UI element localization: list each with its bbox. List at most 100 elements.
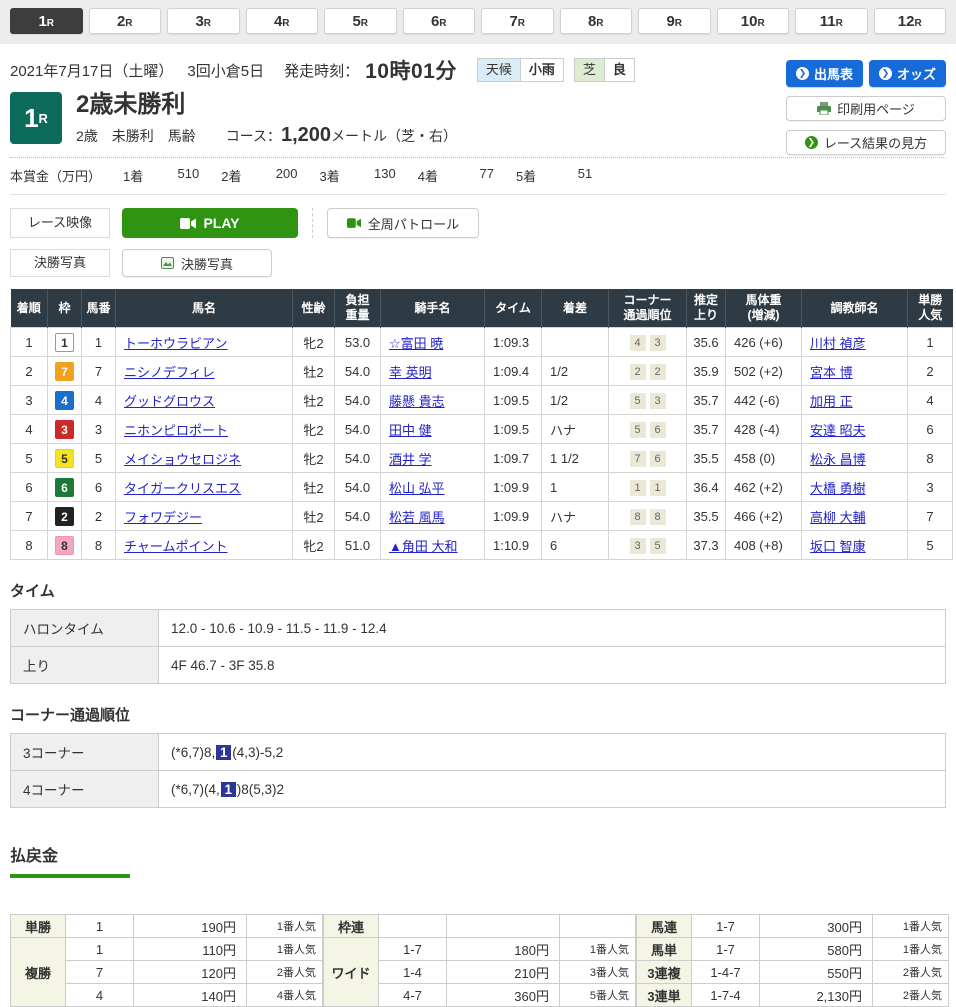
results-column-header: タイム bbox=[485, 289, 542, 328]
frame-number-badge: 3 bbox=[55, 420, 74, 439]
corner-position-box: 6 bbox=[650, 451, 666, 467]
frame-number-badge: 6 bbox=[55, 478, 74, 497]
payout-selection: 4 bbox=[66, 984, 134, 1007]
start-time-value: 10時01分 bbox=[365, 55, 457, 85]
cell-body-weight: 442 (-6) bbox=[726, 386, 802, 415]
jockey-link[interactable]: ☆富田 暁 bbox=[389, 336, 443, 351]
corner-row: 3コーナー(*6,7)8,1(4,3)-5,2 bbox=[11, 734, 946, 771]
cell-horse-number: 4 bbox=[82, 386, 116, 415]
trainer-link[interactable]: 大橋 勇樹 bbox=[810, 481, 866, 496]
horse-name-link[interactable]: フォワデジー bbox=[124, 510, 202, 525]
cell-sex-age: 牝2 bbox=[293, 415, 335, 444]
cell-trainer: 宮本 博 bbox=[802, 357, 908, 386]
jockey-link[interactable]: 松若 風馬 bbox=[389, 510, 445, 525]
race-tab-12r[interactable]: 12R bbox=[874, 8, 947, 34]
meeting-label: 3回小倉5日 bbox=[187, 60, 264, 81]
corner-position-box: 7 bbox=[630, 451, 646, 467]
cell-corner-positions: 22 bbox=[609, 357, 687, 386]
race-tab-8r[interactable]: 8R bbox=[560, 8, 633, 34]
race-tab-3r[interactable]: 3R bbox=[167, 8, 240, 34]
how-to-read-button[interactable]: ❯ レース結果の見方 bbox=[786, 130, 946, 155]
cell-win-favorite: 1 bbox=[908, 328, 953, 357]
cell-carried-weight: 54.0 bbox=[335, 444, 381, 473]
corner-position-box: 4 bbox=[630, 335, 646, 351]
jockey-link[interactable]: 酒井 学 bbox=[389, 452, 432, 467]
cell-margin: 6 bbox=[542, 531, 609, 560]
action-panel: ❯ 出馬表 ❯ オッズ 印刷用ページ ❯ レース結果の見方 bbox=[786, 60, 946, 155]
horse-name-link[interactable]: トーホウラビアン bbox=[124, 336, 227, 351]
result-row: 433ニホンピロポート牝254.0田中 健1:09.5ハナ5635.7428 (… bbox=[11, 415, 953, 444]
payout-bet-type: 単勝 bbox=[11, 915, 66, 938]
race-tab-5r[interactable]: 5R bbox=[324, 8, 397, 34]
cell-sex-age: 牝2 bbox=[293, 328, 335, 357]
cell-finish-position: 6 bbox=[11, 473, 48, 502]
entry-table-button[interactable]: ❯ 出馬表 bbox=[786, 60, 863, 87]
arrow-circle-icon: ❯ bbox=[796, 67, 809, 80]
patrol-video-button[interactable]: 全周パトロール bbox=[327, 208, 479, 238]
race-tab-6r[interactable]: 6R bbox=[403, 8, 476, 34]
odds-button[interactable]: ❯ オッズ bbox=[869, 60, 946, 87]
horse-name-link[interactable]: チャームポイント bbox=[124, 539, 227, 554]
cell-carried-weight: 54.0 bbox=[335, 386, 381, 415]
payout-amount: 2,130円 bbox=[760, 984, 873, 1007]
cell-margin: 1/2 bbox=[542, 386, 609, 415]
horse-name-link[interactable]: タイガークリスエス bbox=[124, 481, 241, 496]
cell-horse-number: 8 bbox=[82, 531, 116, 560]
play-label: PLAY bbox=[203, 215, 239, 231]
payout-row: 馬単1-7580円1番人気 bbox=[637, 938, 949, 961]
payout-amount: 300円 bbox=[760, 915, 873, 938]
race-date: 2021年7月17日（土曜） bbox=[10, 60, 173, 81]
trainer-link[interactable]: 松永 昌博 bbox=[810, 452, 866, 467]
cell-horse-number: 2 bbox=[82, 502, 116, 531]
race-tab-4r[interactable]: 4R bbox=[246, 8, 319, 34]
payout-row: 馬連1-7300円1番人気 bbox=[637, 915, 949, 938]
corner-position-box: 3 bbox=[630, 538, 646, 554]
prize-place: 2着 bbox=[221, 166, 241, 185]
horse-name-link[interactable]: メイショウセロジネ bbox=[124, 452, 241, 467]
frame-number-badge: 7 bbox=[55, 362, 74, 381]
race-tab-7r[interactable]: 7R bbox=[481, 8, 554, 34]
cell-sex-age: 牡2 bbox=[293, 386, 335, 415]
trainer-link[interactable]: 川村 禎彦 bbox=[810, 336, 866, 351]
jockey-link[interactable]: 幸 英明 bbox=[389, 365, 432, 380]
race-tab-2r[interactable]: 2R bbox=[89, 8, 162, 34]
cell-corner-positions: 43 bbox=[609, 328, 687, 357]
cell-time: 1:09.7 bbox=[485, 444, 542, 473]
results-column-header: 騎手名 bbox=[381, 289, 485, 328]
horse-name-link[interactable]: グッドグロウス bbox=[124, 394, 215, 409]
trainer-link[interactable]: 坂口 智康 bbox=[810, 539, 866, 554]
trainer-link[interactable]: 安達 昭夫 bbox=[810, 423, 866, 438]
race-number-suffix: R bbox=[39, 111, 48, 126]
course-suffix: メートル（芝・右） bbox=[331, 128, 457, 144]
tab-number: 11 bbox=[820, 13, 836, 30]
race-tab-1r[interactable]: 1R bbox=[10, 8, 83, 34]
jockey-link[interactable]: ▲角田 大和 bbox=[389, 539, 457, 554]
cell-last-3f: 37.3 bbox=[687, 531, 726, 560]
cell-jockey: 酒井 学 bbox=[381, 444, 485, 473]
horse-name-link[interactable]: ニホンピロポート bbox=[124, 423, 228, 438]
jockey-link[interactable]: 松山 弘平 bbox=[389, 481, 445, 496]
results-column-header: コーナー 通過順位 bbox=[609, 289, 687, 328]
frame-number-badge: 2 bbox=[55, 507, 74, 526]
race-tab-10r[interactable]: 10R bbox=[717, 8, 790, 34]
cell-time: 1:09.9 bbox=[485, 473, 542, 502]
corner-position-box: 3 bbox=[650, 393, 666, 409]
trainer-link[interactable]: 宮本 博 bbox=[810, 365, 853, 380]
trainer-link[interactable]: 高柳 大輔 bbox=[810, 510, 866, 525]
payout-favorite-rank: 1番人気 bbox=[560, 938, 636, 961]
race-tab-11r[interactable]: 11R bbox=[795, 8, 868, 34]
finish-photo-button[interactable]: 決勝写真 bbox=[122, 249, 272, 277]
cell-time: 1:09.3 bbox=[485, 328, 542, 357]
trainer-link[interactable]: 加用 正 bbox=[810, 394, 853, 409]
cell-last-3f: 35.7 bbox=[687, 386, 726, 415]
jockey-link[interactable]: 藤懸 貴志 bbox=[389, 394, 445, 409]
results-column-header: 負担 重量 bbox=[335, 289, 381, 328]
play-button[interactable]: PLAY bbox=[122, 208, 298, 238]
cell-frame-number: 8 bbox=[48, 531, 82, 560]
jockey-link[interactable]: 田中 健 bbox=[389, 423, 432, 438]
cell-sex-age: 牝2 bbox=[293, 531, 335, 560]
print-page-button[interactable]: 印刷用ページ bbox=[786, 96, 946, 121]
cell-trainer: 川村 禎彦 bbox=[802, 328, 908, 357]
horse-name-link[interactable]: ニシノデフィレ bbox=[124, 365, 215, 380]
race-tab-9r[interactable]: 9R bbox=[638, 8, 711, 34]
